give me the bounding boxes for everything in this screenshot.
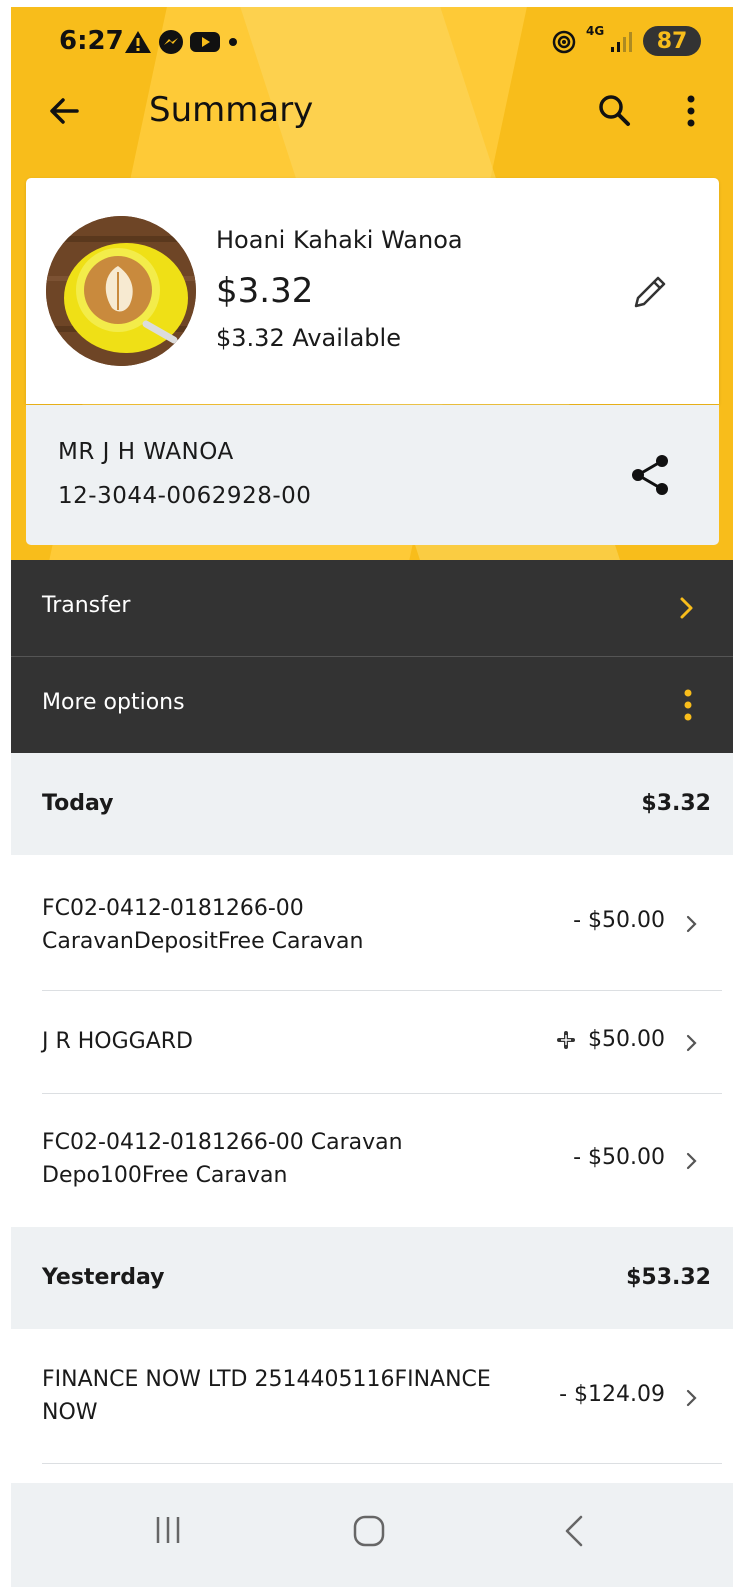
plus-icon (557, 1031, 575, 1049)
network-type: 4G (586, 24, 605, 38)
chevron-right-icon (686, 1034, 697, 1052)
account-holder: MR J H WANOA (58, 439, 234, 465)
chevron-right-icon (680, 597, 693, 619)
account-name: Hoani Kahaki Wanoa (216, 226, 463, 254)
section-header-yesterday: Yesterday $53.32 (11, 1227, 733, 1329)
app-bar: Summary (11, 72, 733, 152)
home-icon[interactable] (351, 1513, 387, 1549)
transaction-amount: - $50.00 (573, 908, 665, 933)
screen: 6:27 4G 87 Summary Hoani Kahaki Wanoa $3… (0, 0, 733, 1587)
transaction-description: FC02-0412-0181266-00 Caravan Depo100Free… (42, 1130, 403, 1188)
transaction-description: J R HOGGARD (42, 1029, 193, 1054)
recent-apps-icon[interactable] (151, 1513, 185, 1547)
section-label: Yesterday (42, 1265, 165, 1290)
signal-icon (611, 32, 632, 52)
more-options-button[interactable]: More options (11, 657, 733, 753)
back-nav-icon[interactable] (559, 1513, 589, 1549)
transaction-amount: - $124.09 (559, 1382, 665, 1407)
status-time: 6:27 (59, 26, 124, 56)
chevron-right-icon (686, 1152, 697, 1170)
youtube-icon (190, 32, 220, 52)
transaction-amount: $50.00 (588, 1027, 665, 1052)
arrow-left-icon[interactable] (47, 93, 83, 129)
transaction-row[interactable]: FC02-0412-0181266-00 Caravan Depo100Free… (11, 1094, 733, 1226)
transaction-description: FINANCE NOW LTD 2514405116FINANCE NOW (42, 1367, 491, 1425)
section-total: $3.32 (641, 791, 711, 816)
section-label: Today (42, 791, 114, 816)
share-icon[interactable] (626, 450, 676, 500)
messenger-icon (159, 30, 183, 54)
search-icon[interactable] (596, 92, 632, 128)
transaction-row[interactable]: FINANCE NOW LTD 2514405116FINANCE NOW - … (11, 1330, 733, 1462)
battery-level: 87 (656, 28, 688, 54)
battery-indicator: 87 (643, 26, 701, 56)
pencil-icon[interactable] (626, 268, 674, 316)
warning-icon (125, 31, 151, 53)
transaction-row[interactable]: J R HOGGARD $50.00 (11, 991, 733, 1093)
section-header-today: Today $3.32 (11, 753, 733, 855)
chevron-right-icon (686, 915, 697, 933)
available-balance: $3.32 Available (216, 324, 401, 352)
section-total: $53.32 (626, 1265, 711, 1290)
system-nav-bar (11, 1483, 733, 1587)
divider (42, 1463, 722, 1464)
transaction-description: FC02-0412-0181266-00 CaravanDepositFree … (42, 896, 364, 954)
transaction-amount: - $50.00 (573, 1145, 665, 1170)
account-avatar (46, 216, 196, 366)
hotspot-icon (552, 30, 576, 54)
account-card[interactable]: Hoani Kahaki Wanoa $3.32 $3.32 Available (26, 178, 719, 404)
transfer-label: Transfer (42, 593, 131, 618)
dot-icon (229, 38, 237, 46)
transfer-button[interactable]: Transfer (11, 560, 733, 656)
account-details: MR J H WANOA 12-3044-0062928-00 (26, 405, 719, 545)
account-number: 12-3044-0062928-00 (58, 483, 312, 509)
more-vert-icon[interactable] (681, 92, 701, 132)
account-balance: $3.32 (216, 271, 314, 311)
more-vert-icon (684, 689, 692, 721)
more-options-label: More options (42, 690, 185, 715)
transaction-row[interactable]: FC02-0412-0181266-00 CaravanDepositFree … (11, 856, 733, 990)
status-bar: 6:27 4G 87 (11, 7, 733, 71)
page-title: Summary (149, 90, 314, 130)
chevron-right-icon (686, 1389, 697, 1407)
coffee-image (46, 216, 196, 366)
